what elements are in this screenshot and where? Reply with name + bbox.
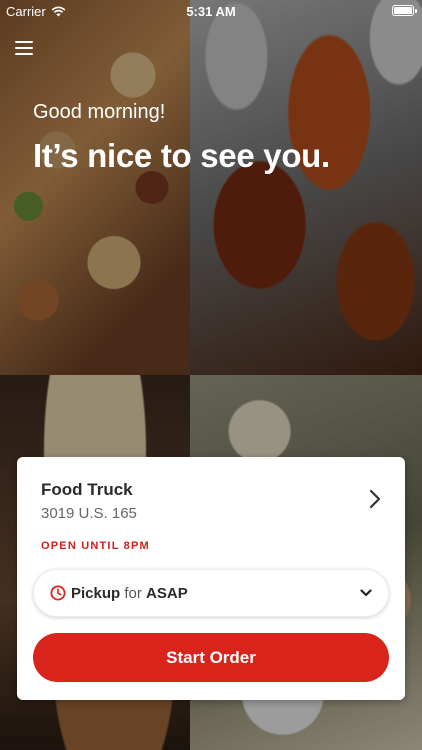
open-status-label: OPEN UNTIL 8PM <box>41 540 150 552</box>
start-order-button[interactable]: Start Order <box>33 633 389 682</box>
clock-icon <box>50 585 66 601</box>
headline-text: It’s nice to see you. <box>33 137 330 174</box>
chevron-down-icon <box>360 589 372 597</box>
order-type: Pickup <box>71 585 121 602</box>
battery-fill <box>394 7 412 14</box>
greeting-text: Good morning! <box>33 101 166 123</box>
battery-icon <box>392 5 417 16</box>
status-bar: Carrier 5:31 AM <box>0 0 422 22</box>
store-name: Food Truck <box>41 480 133 499</box>
order-type-dropdown[interactable]: Pickup for ASAP <box>33 569 389 617</box>
order-time: ASAP <box>146 585 188 602</box>
hamburger-menu-icon[interactable] <box>15 40 35 56</box>
store-address: 3019 U.S. 165 <box>41 505 137 522</box>
status-time: 5:31 AM <box>186 4 236 19</box>
store-selector[interactable]: Food Truck 3019 U.S. 165 <box>17 457 405 537</box>
order-summary: Pickup for ASAP <box>71 585 188 602</box>
chevron-right-icon <box>369 489 381 509</box>
order-connector: for <box>124 585 142 602</box>
location-card: Food Truck 3019 U.S. 165 OPEN UNTIL 8PM … <box>17 457 405 700</box>
